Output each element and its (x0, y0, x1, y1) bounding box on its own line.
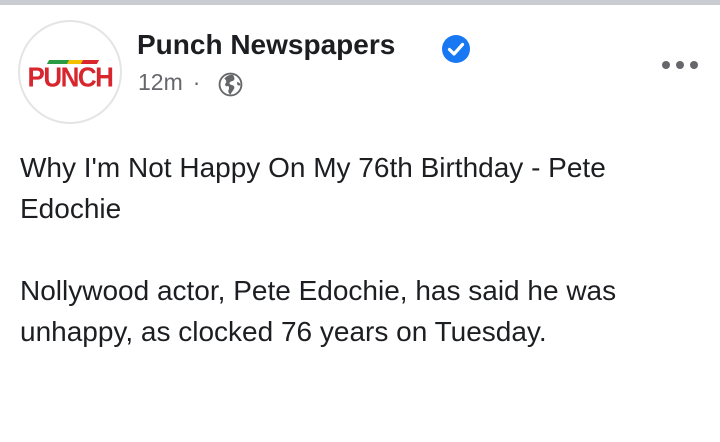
page-name-link[interactable]: Punch Newspapers (137, 29, 395, 61)
post-paragraph: Nollywood actor, Pete Edochie, has said … (20, 275, 624, 347)
feed-post: PUNCH Punch Newspapers 12m · Why I'm Not … (0, 5, 720, 442)
globe-icon[interactable] (218, 72, 243, 97)
punch-logo-text: PUNCH (27, 61, 114, 93)
post-meta: 12m · (138, 69, 208, 96)
more-horizontal-icon[interactable] (660, 57, 700, 73)
page-avatar[interactable]: PUNCH (18, 20, 122, 124)
post-body: Why I'm Not Happy On My 76th Birthday - … (20, 147, 700, 393)
verified-badge-icon (442, 35, 470, 63)
meta-separator: · (192, 69, 201, 95)
post-headline: Why I'm Not Happy On My 76th Birthday - … (20, 152, 614, 224)
post-timestamp[interactable]: 12m (138, 69, 183, 95)
